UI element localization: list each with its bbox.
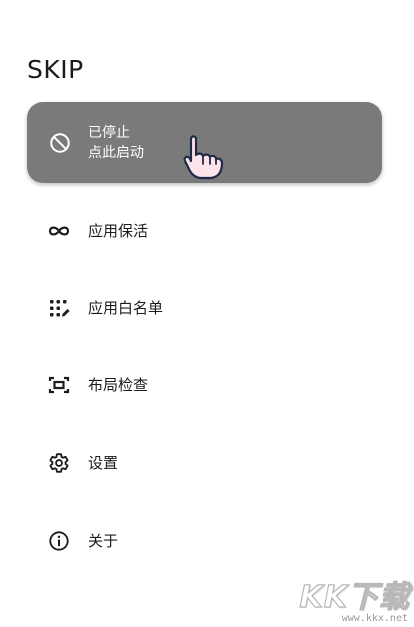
watermark-logo: KK下载 [299,579,410,615]
block-icon [50,133,70,153]
menu-item-label: 布局检查 [88,376,149,394]
info-icon [49,531,69,551]
status-action-hint: 点此启动 [88,145,144,161]
menu-item-settings[interactable]: 设置 [27,433,382,493]
status-text: 已停止 点此启动 [88,123,144,163]
menu-item-layout-inspect[interactable]: 布局检查 [27,355,382,415]
menu-item-app-whitelist[interactable]: 应用白名单 [27,278,382,338]
pointing-hand-icon [183,135,224,180]
infinity-icon [48,226,70,236]
menu-item-label: 关于 [88,532,119,550]
menu-item-about[interactable]: 关于 [27,511,382,571]
watermark-url: www.kkx.net [341,613,408,624]
status-label: 已停止 [88,125,130,141]
menu-item-label: 应用保活 [88,222,149,240]
gear-icon [49,453,69,473]
layout-inspect-icon [48,376,70,394]
menu-item-label: 应用白名单 [88,299,164,317]
app-title: SKIP [27,55,84,84]
app-grid-edit-icon [50,300,70,317]
menu-item-label: 设置 [88,454,119,472]
menu-item-keep-alive[interactable]: 应用保活 [27,201,382,261]
watermark: KK下载 www.kkx.net [278,572,410,624]
